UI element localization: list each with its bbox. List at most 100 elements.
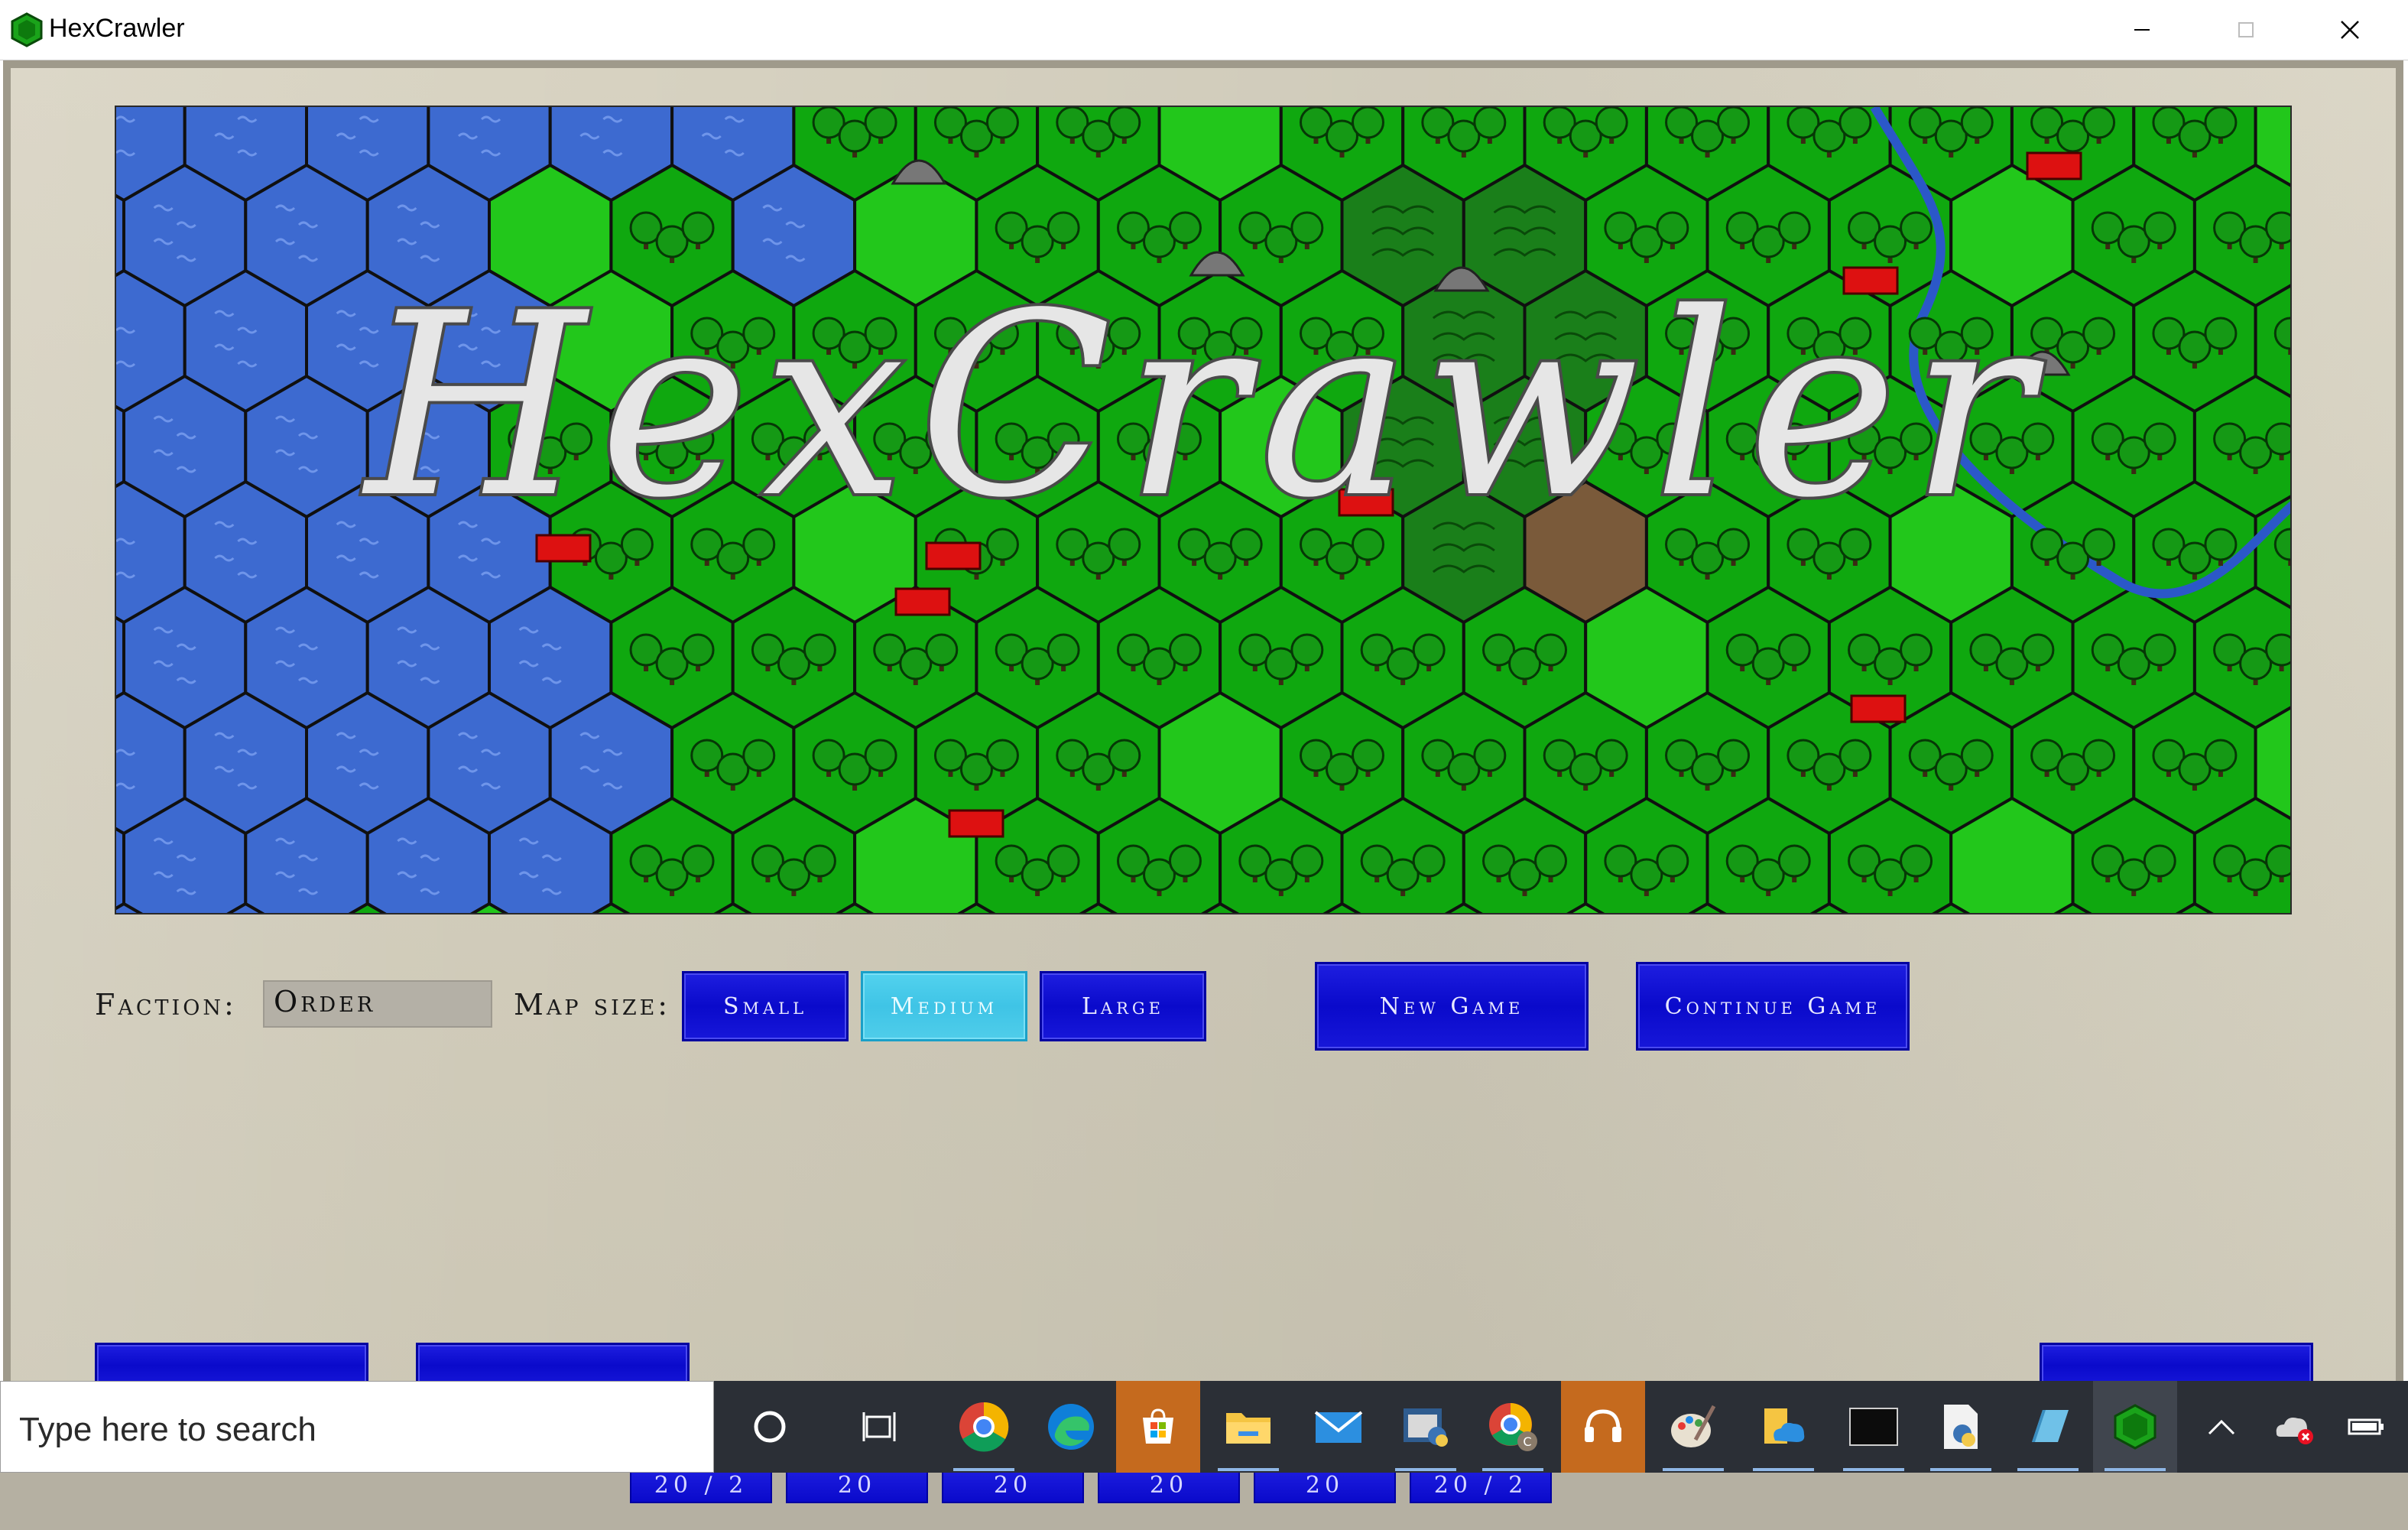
tree-icon	[1047, 844, 1080, 878]
hex-map-banner: HexCrawler	[116, 107, 2290, 913]
tree-icon	[2082, 739, 2116, 772]
tree-icon	[2265, 633, 2290, 667]
svg-text:C: C	[1523, 1434, 1531, 1449]
tree-icon	[1047, 633, 1080, 667]
store-icon	[1143, 1408, 1173, 1444]
tree-icon	[1717, 739, 1751, 772]
task-view-button[interactable]	[838, 1381, 922, 1473]
map-size-small-button[interactable]: Small	[682, 971, 849, 1041]
tree-icon	[1777, 633, 1811, 667]
battery-button[interactable]	[2328, 1381, 2405, 1473]
tree-icon	[1290, 211, 1324, 245]
audio-icon	[1585, 1409, 1621, 1442]
chrome-icon	[959, 1402, 1009, 1452]
window-title: HexCrawler	[49, 14, 185, 43]
tree-icon	[1595, 107, 1628, 139]
notepad-icon	[2032, 1410, 2069, 1442]
map-size-large-button[interactable]: Large	[1040, 971, 1206, 1041]
maximize-icon	[2238, 22, 2254, 37]
tree-icon	[1108, 739, 1141, 772]
paint-button[interactable]	[1651, 1381, 1735, 1473]
onedrive-folder-button[interactable]	[1741, 1381, 1825, 1473]
tree-icon	[1351, 739, 1384, 772]
tree-icon	[2082, 317, 2116, 350]
tree-icon	[803, 844, 836, 878]
tree-icon	[681, 844, 715, 878]
python-file-icon	[1944, 1405, 1978, 1449]
tree-icon	[2204, 317, 2238, 350]
tree-icon	[2265, 211, 2290, 245]
hexcrawler-icon	[2114, 1404, 2156, 1450]
tree-icon	[1838, 107, 1872, 139]
minimize-button[interactable]	[2090, 0, 2194, 60]
onedrive-error-icon	[2276, 1418, 2313, 1444]
tree-icon	[2265, 422, 2290, 456]
tree-icon	[1838, 739, 1872, 772]
paint-icon	[1671, 1405, 1716, 1447]
cortana-icon	[754, 1411, 786, 1443]
faction-label: Faction:	[95, 988, 237, 1022]
search-placeholder: Type here to search	[19, 1411, 316, 1448]
file-explorer-button[interactable]	[1206, 1381, 1290, 1473]
tree-icon	[1717, 107, 1751, 139]
tree-icon	[2143, 422, 2176, 456]
tree-icon	[1900, 844, 1933, 878]
tree-icon	[1777, 211, 1811, 245]
notepad-button[interactable]	[2006, 1381, 2090, 1473]
edge-icon	[1048, 1404, 1094, 1450]
hexcrawler-taskbar-button[interactable]	[2093, 1381, 2177, 1473]
mail-button[interactable]	[1296, 1381, 1381, 1473]
tree-icon	[985, 107, 1019, 139]
tree-icon	[864, 739, 897, 772]
continue-game-button[interactable]: Continue Game	[1636, 962, 1910, 1051]
game-logo: HexCrawler	[362, 259, 2045, 553]
tree-icon	[1534, 633, 1568, 667]
faction-field[interactable]: Order	[263, 980, 492, 1028]
tree-icon	[1351, 107, 1384, 139]
tree-icon	[1412, 844, 1446, 878]
tree-icon	[681, 633, 715, 667]
tree-icon	[681, 211, 715, 245]
python-idle-icon	[1404, 1408, 1448, 1447]
tree-icon	[2265, 844, 2290, 878]
tree-icon	[1047, 211, 1080, 245]
chrome-profile-button[interactable]: C	[1471, 1381, 1555, 1473]
python-file-button[interactable]	[1919, 1381, 2003, 1473]
title-bar: HexCrawler	[0, 0, 2408, 60]
edge-button[interactable]	[1029, 1381, 1113, 1473]
tree-icon	[2082, 528, 2116, 561]
file-explorer-icon	[1226, 1413, 1271, 1444]
tree-icon	[1473, 107, 1507, 139]
tree-icon	[2204, 528, 2238, 561]
tree-icon	[1900, 633, 1933, 667]
cortana-button[interactable]	[728, 1381, 812, 1473]
minimize-icon	[2134, 29, 2150, 31]
tree-icon	[1290, 633, 1324, 667]
python-idle-button[interactable]	[1384, 1381, 1468, 1473]
tree-icon	[1534, 844, 1568, 878]
battery-icon	[2348, 1418, 2384, 1435]
store-button[interactable]	[1116, 1381, 1200, 1473]
taskbar-search-box[interactable]: Type here to search	[0, 1381, 714, 1473]
maximize-button[interactable]	[2194, 0, 2298, 60]
map-size-medium-button[interactable]: Medium	[861, 971, 1027, 1041]
tree-icon	[2204, 107, 2238, 139]
close-button[interactable]	[2298, 0, 2402, 60]
tree-icon	[1960, 107, 1994, 139]
tree-icon	[1108, 107, 1141, 139]
terminal-icon	[1849, 1408, 1898, 1446]
building-icon	[2026, 151, 2082, 180]
building-icon	[948, 809, 1004, 838]
onedrive-status-button[interactable]	[2255, 1381, 2332, 1473]
new-game-button[interactable]: New Game	[1315, 962, 1589, 1051]
tree-icon	[1290, 844, 1324, 878]
chrome-button[interactable]	[942, 1381, 1026, 1473]
show-hidden-icons-button[interactable]	[2183, 1381, 2260, 1473]
terminal-button[interactable]	[1832, 1381, 1916, 1473]
audio-app-button[interactable]	[1561, 1381, 1645, 1473]
building-icon	[894, 587, 951, 616]
map-size-label: Map size:	[514, 988, 671, 1022]
app-icon	[11, 12, 43, 47]
tree-icon	[2143, 844, 2176, 878]
tree-icon	[1656, 844, 1689, 878]
